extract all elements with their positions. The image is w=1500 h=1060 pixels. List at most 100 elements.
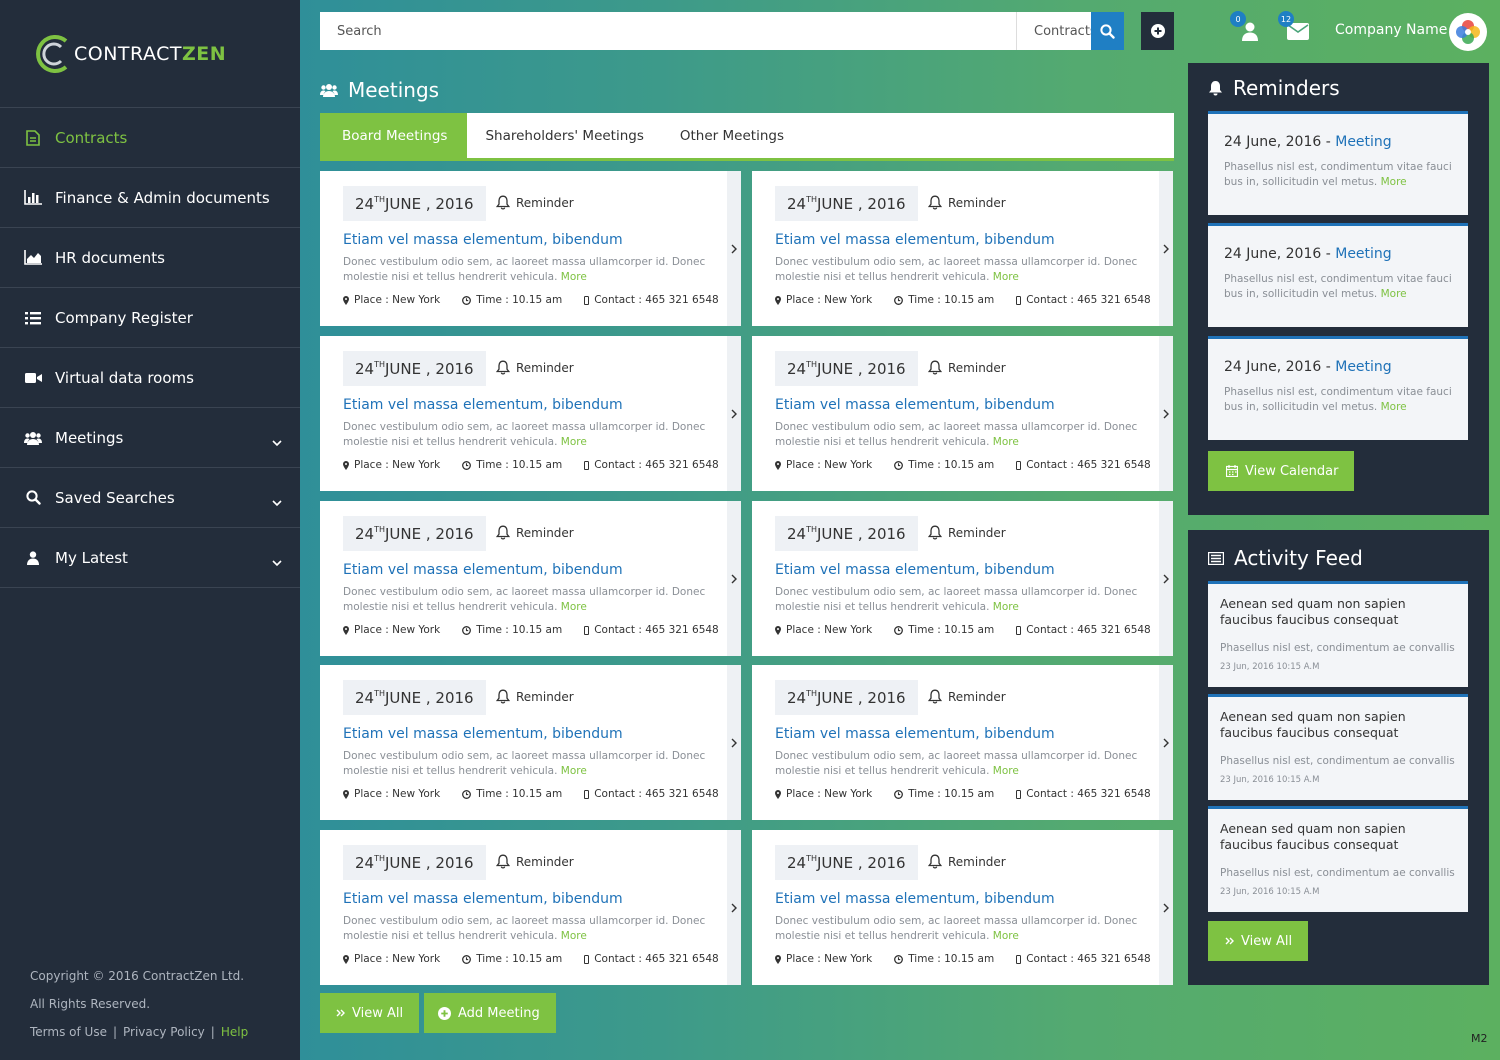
meeting-card[interactable]: 24 TH JUNE , 2016 Reminder Etiam vel mass… bbox=[752, 336, 1173, 491]
chevron-right-icon bbox=[1163, 244, 1169, 253]
reminder-button[interactable]: Reminder bbox=[496, 854, 574, 869]
meeting-title[interactable]: Etiam vel massa elementum, bibendum bbox=[343, 397, 623, 413]
bell-outline-icon bbox=[496, 689, 510, 704]
reminder-card[interactable]: 24 June, 2016 - Meeting Phasellus nisl e… bbox=[1208, 223, 1468, 327]
card-expand-button[interactable] bbox=[1159, 830, 1173, 985]
sidebar-item-saved-searches[interactable]: Saved Searches bbox=[0, 468, 300, 528]
meeting-meta: Place : New York Time : 10.15 am Contact… bbox=[343, 459, 741, 471]
meeting-title[interactable]: Etiam vel massa elementum, bibendum bbox=[343, 562, 623, 578]
users-icon bbox=[320, 83, 338, 97]
meeting-title[interactable]: Etiam vel massa elementum, bibendum bbox=[775, 232, 1055, 248]
add-meeting-button[interactable]: Add Meeting bbox=[424, 993, 556, 1033]
reminder-button[interactable]: Reminder bbox=[496, 195, 574, 210]
more-link[interactable]: More bbox=[1381, 288, 1407, 300]
meeting-meta: Place : New York Time : 10.15 am Contact… bbox=[775, 459, 1173, 471]
reminder-button[interactable]: Reminder bbox=[496, 689, 574, 704]
meeting-card[interactable]: 24 TH JUNE , 2016 Reminder Etiam vel mass… bbox=[320, 830, 741, 985]
logo[interactable]: CONTRACTZEN bbox=[30, 28, 226, 80]
view-all-activity-button[interactable]: View All bbox=[1208, 921, 1309, 961]
sidebar-item-virtual-data-rooms[interactable]: Virtual data rooms bbox=[0, 348, 300, 408]
meeting-card[interactable]: 24 TH JUNE , 2016 Reminder Etiam vel mass… bbox=[752, 501, 1173, 656]
more-link[interactable]: More bbox=[1381, 401, 1407, 413]
more-link[interactable]: More bbox=[561, 436, 587, 448]
more-link[interactable]: More bbox=[561, 930, 587, 942]
card-expand-button[interactable] bbox=[727, 665, 741, 820]
tab-other-meetings[interactable]: Other Meetings bbox=[662, 113, 802, 158]
view-all-meetings-button[interactable]: View All bbox=[320, 993, 420, 1033]
messages-button[interactable]: 12 bbox=[1278, 11, 1311, 44]
reminder-button[interactable]: Reminder bbox=[496, 525, 574, 540]
company-name[interactable]: Company Name bbox=[1335, 22, 1447, 38]
more-link[interactable]: More bbox=[561, 271, 587, 283]
user-notifications-button[interactable]: 0 bbox=[1230, 11, 1263, 44]
meeting-card[interactable]: 24 TH JUNE , 2016 Reminder Etiam vel mass… bbox=[320, 501, 741, 656]
bell-outline-icon bbox=[928, 360, 942, 375]
more-link[interactable]: More bbox=[561, 601, 587, 613]
reminder-button[interactable]: Reminder bbox=[496, 360, 574, 375]
reminder-button[interactable]: Reminder bbox=[928, 525, 1006, 540]
reminder-card[interactable]: 24 June, 2016 - Meeting Phasellus nisl e… bbox=[1208, 111, 1468, 215]
meeting-card[interactable]: 24 TH JUNE , 2016 Reminder Etiam vel mass… bbox=[752, 665, 1173, 820]
meeting-card[interactable]: 24 TH JUNE , 2016 Reminder Etiam vel mass… bbox=[320, 171, 741, 326]
meeting-card[interactable]: 24 TH JUNE , 2016 Reminder Etiam vel mass… bbox=[752, 171, 1173, 326]
card-expand-button[interactable] bbox=[727, 501, 741, 656]
terms-link[interactable]: Terms of Use bbox=[30, 1025, 107, 1039]
card-expand-button[interactable] bbox=[1159, 171, 1173, 326]
sidebar-item-my-latest[interactable]: My Latest bbox=[0, 528, 300, 588]
meeting-title[interactable]: Etiam vel massa elementum, bibendum bbox=[343, 232, 623, 248]
card-expand-button[interactable] bbox=[727, 336, 741, 491]
tab-board-meetings[interactable]: Board Meetings bbox=[320, 113, 468, 158]
view-calendar-label: View Calendar bbox=[1245, 463, 1339, 479]
meeting-title[interactable]: Etiam vel massa elementum, bibendum bbox=[775, 397, 1055, 413]
reminder-meeting-link[interactable]: Meeting bbox=[1335, 134, 1391, 150]
reminder-meeting-link[interactable]: Meeting bbox=[1335, 246, 1391, 262]
card-expand-button[interactable] bbox=[1159, 665, 1173, 820]
more-link[interactable]: More bbox=[561, 765, 587, 777]
tab-shareholders-meetings[interactable]: Shareholders' Meetings bbox=[467, 113, 661, 158]
sidebar-item-meetings[interactable]: Meetings bbox=[0, 408, 300, 468]
more-link[interactable]: More bbox=[993, 930, 1019, 942]
reminder-description: Phasellus nisl est, condimentum vitae fa… bbox=[1224, 386, 1452, 413]
meeting-card[interactable]: 24 TH JUNE , 2016 Reminder Etiam vel mass… bbox=[752, 830, 1173, 985]
sidebar-item-company-register[interactable]: Company Register bbox=[0, 288, 300, 348]
reminder-meeting-link[interactable]: Meeting bbox=[1335, 359, 1391, 375]
view-calendar-button[interactable]: View Calendar bbox=[1208, 451, 1355, 491]
activity-card[interactable]: Aenean sed quam non sapien faucibus fauc… bbox=[1208, 581, 1468, 687]
search-input[interactable] bbox=[320, 12, 1016, 50]
help-link[interactable]: Help bbox=[221, 1025, 248, 1039]
sidebar-item-hr-documents[interactable]: HR documents bbox=[0, 228, 300, 288]
more-link[interactable]: More bbox=[993, 601, 1019, 613]
chevron-right-icon bbox=[731, 903, 737, 912]
meeting-title[interactable]: Etiam vel massa elementum, bibendum bbox=[775, 562, 1055, 578]
more-link[interactable]: More bbox=[993, 436, 1019, 448]
card-expand-button[interactable] bbox=[727, 171, 741, 326]
card-expand-button[interactable] bbox=[727, 830, 741, 985]
meeting-card[interactable]: 24 TH JUNE , 2016 Reminder Etiam vel mass… bbox=[320, 336, 741, 491]
meeting-title[interactable]: Etiam vel massa elementum, bibendum bbox=[343, 891, 623, 907]
activity-card[interactable]: Aenean sed quam non sapien faucibus fauc… bbox=[1208, 694, 1468, 800]
search-button[interactable] bbox=[1091, 12, 1124, 50]
more-link[interactable]: More bbox=[1381, 176, 1407, 188]
more-link[interactable]: More bbox=[993, 271, 1019, 283]
sidebar-item-contracts[interactable]: Contracts bbox=[0, 108, 300, 168]
activity-card[interactable]: Aenean sed quam non sapien faucibus fauc… bbox=[1208, 806, 1468, 912]
reminder-button[interactable]: Reminder bbox=[928, 360, 1006, 375]
activity-description: Phasellus nisl est, condimentum ae conva… bbox=[1220, 867, 1455, 879]
card-expand-button[interactable] bbox=[1159, 336, 1173, 491]
meeting-title[interactable]: Etiam vel massa elementum, bibendum bbox=[775, 891, 1055, 907]
meeting-card[interactable]: 24 TH JUNE , 2016 Reminder Etiam vel mass… bbox=[320, 665, 741, 820]
sidebar-item-finance-admin[interactable]: Finance & Admin documents bbox=[0, 168, 300, 228]
footer-links: Terms of Use | Privacy Policy | Help bbox=[30, 1018, 248, 1046]
meeting-title[interactable]: Etiam vel massa elementum, bibendum bbox=[775, 726, 1055, 742]
reminder-button[interactable]: Reminder bbox=[928, 689, 1006, 704]
meeting-title[interactable]: Etiam vel massa elementum, bibendum bbox=[343, 726, 623, 742]
more-link[interactable]: More bbox=[993, 765, 1019, 777]
meeting-place: Place : New York bbox=[775, 624, 872, 636]
reminder-button[interactable]: Reminder bbox=[928, 854, 1006, 869]
add-button[interactable] bbox=[1141, 12, 1174, 50]
reminder-button[interactable]: Reminder bbox=[928, 195, 1006, 210]
avatar[interactable] bbox=[1449, 13, 1487, 51]
card-expand-button[interactable] bbox=[1159, 501, 1173, 656]
reminder-card[interactable]: 24 June, 2016 - Meeting Phasellus nisl e… bbox=[1208, 336, 1468, 440]
privacy-link[interactable]: Privacy Policy bbox=[123, 1025, 205, 1039]
